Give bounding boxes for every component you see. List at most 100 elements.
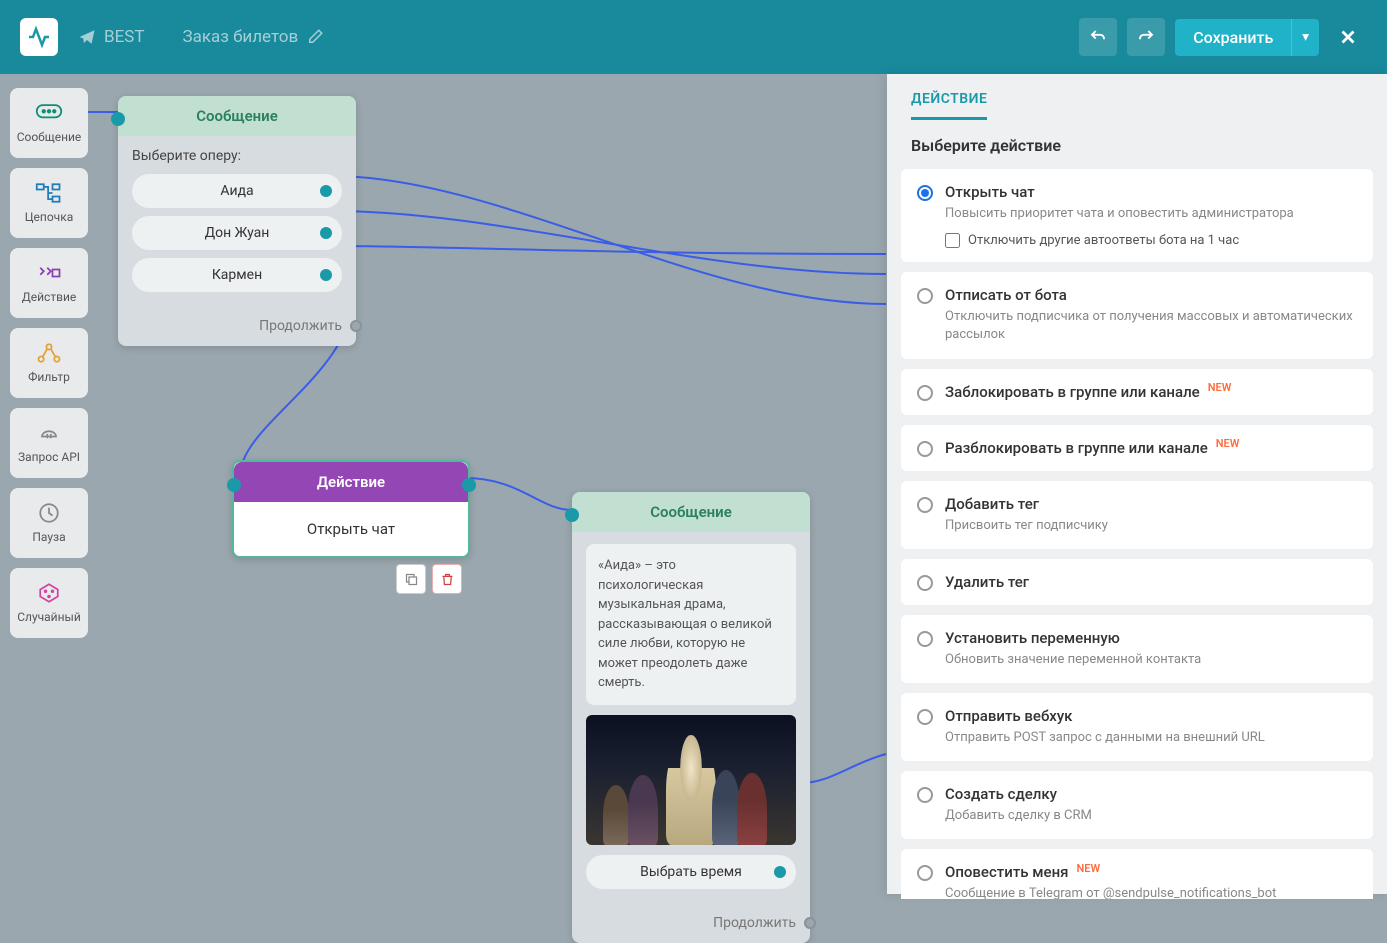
sidebar-item-api[interactable]: Запрос API (10, 408, 88, 478)
option-label: Аида (220, 183, 253, 199)
action-title: Удалить тег (945, 573, 1357, 591)
breadcrumb: BEST Заказ билетов (78, 27, 324, 47)
sidebar-item-chain[interactable]: Цепочка (10, 168, 88, 238)
sidebar-label: Пауза (32, 530, 65, 544)
delete-button[interactable] (432, 564, 462, 594)
action-desc: Отключить подписчика от получения массов… (945, 308, 1357, 344)
sidebar-label: Случайный (17, 610, 81, 624)
action-title: Оповестить меняNEW (945, 863, 1357, 881)
radio[interactable] (917, 441, 933, 457)
sidebar-label: Фильтр (28, 370, 70, 384)
in-port[interactable] (227, 478, 241, 492)
continue-link[interactable]: Продолжить (118, 312, 356, 346)
radio[interactable] (917, 497, 933, 513)
edit-icon[interactable] (306, 28, 324, 46)
sidebar: Сообщение Цепочка Действие Фильтр Запрос… (10, 88, 88, 638)
save-group: Сохранить ▾ (1175, 19, 1319, 56)
header: BEST Заказ билетов Сохранить ▾ (0, 0, 1387, 74)
continue-label: Продолжить (259, 318, 342, 334)
action-desc: Обновить значение переменной контакта (945, 651, 1357, 669)
action-title: Заблокировать в группе или каналеNEW (945, 383, 1357, 401)
action-title: Открыть чат (945, 183, 1357, 201)
action-option-9[interactable]: Оповестить меняNEWСообщение в Telegram о… (901, 849, 1373, 899)
in-port[interactable] (111, 112, 125, 126)
close-button[interactable] (1329, 18, 1367, 56)
action-option-8[interactable]: Создать сделку Добавить сделку в CRM (901, 771, 1373, 839)
action-option-2[interactable]: Заблокировать в группе или каналеNEW (901, 369, 1373, 415)
action-title: Установить переменную (945, 629, 1357, 647)
action-option-7[interactable]: Отправить вебхук Отправить POST запрос с … (901, 693, 1373, 761)
action-desc: Повысить приоритет чата и оповестить адм… (945, 205, 1357, 223)
node-message-2[interactable]: Сообщение «Аида» – это психологическая м… (572, 492, 810, 943)
message-text: «Аида» – это психологическая музыкальная… (586, 544, 796, 705)
action-title: Создать сделку (945, 785, 1357, 803)
action-option-1[interactable]: Отписать от ботаОтключить подписчика от … (901, 272, 1373, 358)
undo-button[interactable] (1079, 18, 1117, 56)
action-desc: Добавить сделку в CRM (945, 807, 1357, 825)
out-port[interactable] (462, 478, 476, 492)
option-label: Дон Жуан (205, 225, 270, 241)
save-dropdown[interactable]: ▾ (1291, 19, 1319, 56)
out-port[interactable] (774, 866, 786, 878)
sidebar-label: Запрос API (18, 450, 80, 464)
continue-link[interactable]: Продолжить (572, 909, 810, 943)
radio[interactable] (917, 787, 933, 803)
action-option-6[interactable]: Установить переменную Обновить значение п… (901, 615, 1373, 683)
sidebar-label: Сообщение (17, 130, 82, 144)
radio[interactable] (917, 709, 933, 725)
out-port[interactable] (320, 185, 332, 197)
panel-tab[interactable]: ДЕЙСТВИЕ (887, 74, 1387, 120)
option-label: Кармен (212, 267, 262, 283)
option-aida[interactable]: Аида (132, 174, 342, 208)
action-option-0[interactable]: Открыть чат Повысить приоритет чата и опо… (901, 169, 1373, 262)
action-desc: Отправить POST запрос с данными на внешн… (945, 729, 1357, 747)
option-carmen[interactable]: Кармен (132, 258, 342, 292)
properties-panel: ДЕЙСТВИЕ Выберите действие Открыть чат По… (887, 74, 1387, 894)
new-badge: NEW (1076, 862, 1100, 875)
action-option-5[interactable]: Удалить тег (901, 559, 1373, 605)
sidebar-item-filter[interactable]: Фильтр (10, 328, 88, 398)
node-action[interactable]: Действие Открыть чат (232, 460, 470, 558)
sidebar-item-action[interactable]: Действие (10, 248, 88, 318)
redo-button[interactable] (1127, 18, 1165, 56)
project-link[interactable]: BEST (78, 27, 145, 47)
node-message-1[interactable]: Сообщение Выберите оперу: Аида Дон Жуан … (118, 96, 356, 346)
sidebar-label: Действие (22, 290, 77, 304)
panel-section-title: Выберите действие (887, 120, 1387, 169)
radio[interactable] (917, 631, 933, 647)
button-label: Выбрать время (640, 864, 742, 880)
radio[interactable] (917, 185, 933, 201)
new-badge: NEW (1216, 437, 1240, 450)
node-body: «Аида» – это психологическая музыкальная… (572, 532, 810, 909)
copy-button[interactable] (396, 564, 426, 594)
sidebar-item-random[interactable]: Случайный (10, 568, 88, 638)
out-port[interactable] (350, 320, 362, 332)
radio[interactable] (917, 288, 933, 304)
radio[interactable] (917, 865, 933, 881)
sub-checkbox[interactable]: Отключить другие автоответы бота на 1 ча… (945, 233, 1357, 248)
out-port[interactable] (320, 269, 332, 281)
continue-label: Продолжить (713, 915, 796, 931)
out-port[interactable] (804, 917, 816, 929)
page-name[interactable]: Заказ билетов (183, 27, 299, 47)
action-option-3[interactable]: Разблокировать в группе или каналеNEW (901, 425, 1373, 471)
in-port[interactable] (565, 508, 579, 522)
out-port[interactable] (320, 227, 332, 239)
option-don-juan[interactable]: Дон Жуан (132, 216, 342, 250)
action-list: Открыть чат Повысить приоритет чата и опо… (887, 169, 1387, 899)
action-option-4[interactable]: Добавить тегПрисвоить тег подписчику (901, 481, 1373, 549)
radio[interactable] (917, 385, 933, 401)
main: Сообщение Цепочка Действие Фильтр Запрос… (0, 74, 1387, 894)
action-desc: Присвоить тег подписчику (945, 517, 1357, 535)
button-select-time[interactable]: Выбрать время (586, 855, 796, 889)
radio[interactable] (917, 575, 933, 591)
save-button[interactable]: Сохранить (1175, 19, 1291, 56)
sidebar-item-message[interactable]: Сообщение (10, 88, 88, 158)
sidebar-item-pause[interactable]: Пауза (10, 488, 88, 558)
action-title: Отправить вебхук (945, 707, 1357, 725)
telegram-icon (78, 28, 96, 46)
sidebar-label: Цепочка (25, 210, 73, 224)
app-logo[interactable] (20, 18, 58, 56)
panel-tab-label: ДЕЙСТВИЕ (911, 91, 987, 120)
project-name: BEST (104, 27, 145, 47)
